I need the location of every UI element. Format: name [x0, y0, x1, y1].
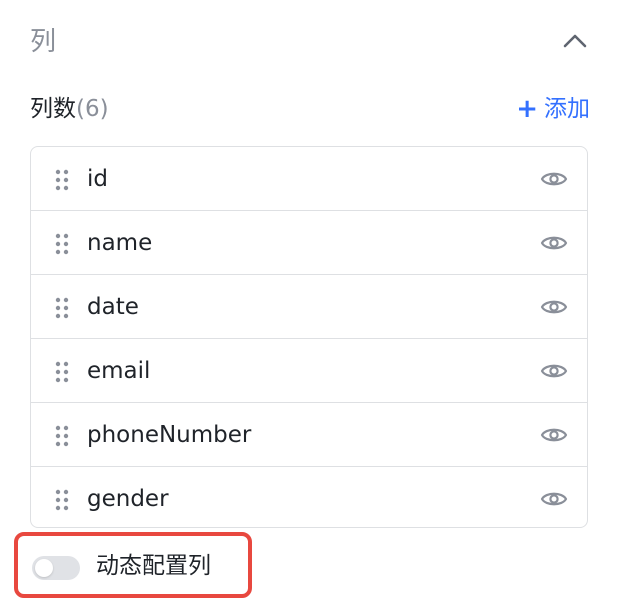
eye-icon[interactable] — [539, 357, 569, 385]
chevron-up-icon — [563, 33, 587, 52]
eye-icon[interactable] — [539, 421, 569, 449]
dynamic-config-highlight: 动态配置列 — [14, 532, 252, 598]
eye-icon[interactable] — [539, 293, 569, 321]
column-row[interactable]: gender — [31, 467, 587, 527]
drag-handle-icon[interactable] — [55, 169, 69, 191]
column-row[interactable]: phoneNumber — [31, 403, 587, 467]
column-row[interactable]: email — [31, 339, 587, 403]
eye-icon[interactable] — [539, 485, 569, 513]
column-row[interactable]: name — [31, 211, 587, 275]
drag-handle-icon[interactable] — [55, 233, 69, 255]
column-name: name — [87, 230, 153, 256]
columns-count-header: 列数(6) + 添加 — [30, 90, 590, 128]
eye-icon[interactable] — [539, 229, 569, 257]
drag-handle-icon[interactable] — [55, 361, 69, 383]
columns-count: (6) — [76, 96, 109, 122]
column-name: date — [87, 294, 139, 320]
toggle-knob — [35, 559, 53, 577]
columns-label-text: 列数 — [30, 96, 76, 122]
column-name: email — [87, 358, 151, 384]
dynamic-config-toggle[interactable] — [32, 556, 80, 580]
section-title: 列 — [30, 27, 57, 57]
drag-handle-icon[interactable] — [55, 425, 69, 447]
column-name: id — [87, 166, 108, 192]
columns-count-label: 列数(6) — [30, 92, 109, 126]
column-name: gender — [87, 486, 169, 512]
add-column-label: 添加 — [544, 96, 590, 122]
plus-icon: + — [516, 94, 538, 124]
collapse-button[interactable] — [560, 28, 590, 56]
add-column-button[interactable]: + 添加 — [516, 92, 590, 126]
column-row[interactable]: id — [31, 147, 587, 211]
column-row[interactable]: date — [31, 275, 587, 339]
drag-handle-icon[interactable] — [55, 489, 69, 511]
columns-section-header: 列 — [30, 22, 590, 62]
column-list: id name date email phoneNumber gender — [30, 146, 588, 528]
eye-icon[interactable] — [539, 165, 569, 193]
drag-handle-icon[interactable] — [55, 297, 69, 319]
dynamic-config-label: 动态配置列 — [96, 553, 211, 579]
column-name: phoneNumber — [87, 422, 252, 448]
